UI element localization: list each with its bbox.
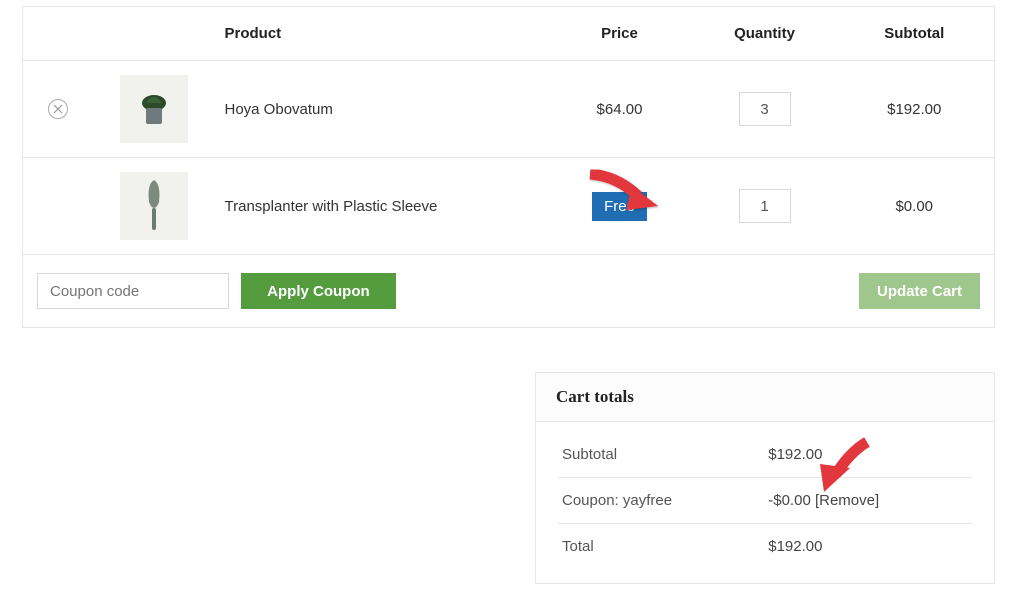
header-price: Price: [545, 7, 695, 61]
totals-subtotal-label: Subtotal: [558, 432, 764, 478]
product-subtotal: $192.00: [835, 61, 995, 158]
trowel-icon: [139, 178, 169, 234]
close-icon: [53, 104, 63, 114]
product-price: $64.00: [545, 61, 695, 158]
cart-table: Product Price Quantity Subtotal: [22, 6, 995, 328]
cart-totals-heading: Cart totals: [536, 373, 994, 422]
header-product: Product: [215, 7, 545, 61]
update-cart-button[interactable]: Update Cart: [859, 273, 980, 309]
header-quantity: Quantity: [695, 7, 835, 61]
product-thumbnail[interactable]: [120, 75, 188, 143]
totals-total-value: $192.00: [764, 524, 972, 570]
cart-totals-panel: Cart totals Subtotal $192.00 Coupon: yay…: [535, 372, 995, 584]
apply-coupon-button[interactable]: Apply Coupon: [241, 273, 395, 309]
remove-coupon-link[interactable]: [Remove]: [815, 492, 879, 509]
cart-row: Transplanter with Plastic Sleeve Free $0…: [23, 158, 995, 255]
header-subtotal: Subtotal: [835, 7, 995, 61]
coupon-code-input[interactable]: [37, 273, 229, 309]
product-thumbnail[interactable]: [120, 172, 188, 240]
free-price-badge: Free: [592, 192, 647, 221]
cart-row: Hoya Obovatum $64.00 $192.00: [23, 61, 995, 158]
product-name[interactable]: Hoya Obovatum: [215, 61, 545, 158]
remove-item-button[interactable]: [48, 99, 68, 119]
cart-actions-row: Apply Coupon Update Cart: [23, 255, 995, 328]
quantity-input[interactable]: [739, 189, 791, 223]
totals-coupon-value: -$0.00: [768, 492, 811, 509]
quantity-input[interactable]: [739, 92, 791, 126]
product-name[interactable]: Transplanter with Plastic Sleeve: [215, 158, 545, 255]
totals-total-label: Total: [558, 524, 764, 570]
totals-coupon-label: Coupon: yayfree: [558, 478, 764, 524]
totals-subtotal-value: $192.00: [764, 432, 972, 478]
plant-icon: [134, 86, 174, 132]
product-subtotal: $0.00: [835, 158, 995, 255]
